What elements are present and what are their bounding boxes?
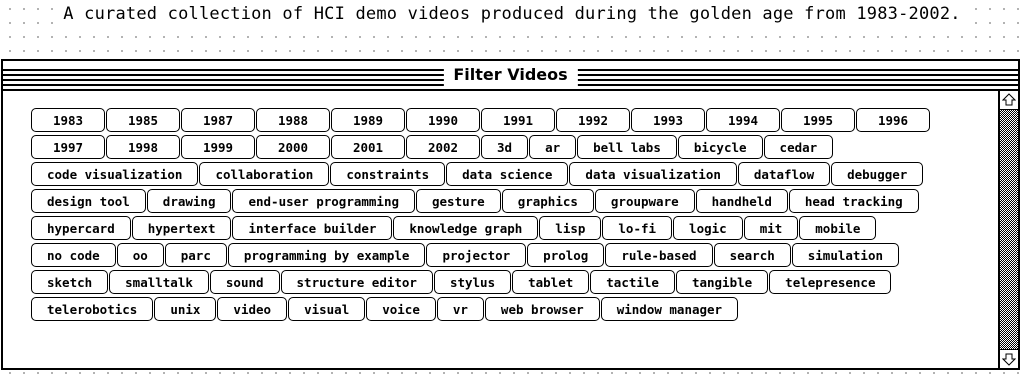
topic-filter-web-browser[interactable]: web browser: [484, 297, 600, 321]
topic-filter-structure-editor[interactable]: structure editor: [280, 270, 433, 294]
topic-filter-search[interactable]: search: [713, 243, 791, 267]
topic-filter-visual[interactable]: visual: [288, 297, 366, 321]
topic-filter-telepresence[interactable]: telepresence: [769, 270, 892, 294]
topic-filter-programming-by-example[interactable]: programming by example: [227, 243, 426, 267]
year-filter-1988[interactable]: 1988: [256, 108, 330, 132]
topic-filter-parc[interactable]: parc: [164, 243, 227, 267]
year-filter-1990[interactable]: 1990: [406, 108, 480, 132]
topic-filter-handheld[interactable]: handheld: [695, 189, 788, 213]
topic-filter-bicycle[interactable]: bicycle: [677, 135, 763, 159]
scroll-up-button[interactable]: [1000, 91, 1018, 110]
topic-filter-video[interactable]: video: [217, 297, 288, 321]
filter-content: 1983 1985 1987 1988 1989 1990 1991 1992 1993 1994…: [3, 91, 998, 368]
year-filter-1998[interactable]: 1998: [106, 135, 180, 159]
topic-filter-sound[interactable]: sound: [209, 270, 280, 294]
year-filter-1992[interactable]: 1992: [556, 108, 630, 132]
topic-filter-drawing[interactable]: drawing: [146, 189, 232, 213]
topic-filter-mit[interactable]: mit: [743, 216, 799, 240]
year-filter-1983[interactable]: 1983: [31, 108, 105, 132]
scroll-track[interactable]: [1000, 110, 1018, 349]
vertical-scrollbar[interactable]: [998, 91, 1018, 368]
topic-filter-knowledge-graph[interactable]: knowledge graph: [393, 216, 539, 240]
topic-filter-telerobotics[interactable]: telerobotics: [31, 297, 154, 321]
topic-filter-end-user-programming[interactable]: end-user programming: [232, 189, 415, 213]
topic-filter-head-tracking[interactable]: head tracking: [788, 189, 919, 213]
tagline: A curated collection of HCI demo videos …: [0, 4, 1024, 24]
topic-filter-ar[interactable]: ar: [529, 135, 577, 159]
topic-filter-logic[interactable]: logic: [673, 216, 743, 240]
topic-filter-graphics[interactable]: graphics: [501, 189, 594, 213]
topic-filter-smalltalk[interactable]: smalltalk: [109, 270, 209, 294]
down-arrow-icon: [1002, 353, 1016, 366]
topic-filter-dataflow[interactable]: dataflow: [737, 162, 831, 186]
year-filter-2000[interactable]: 2000: [256, 135, 330, 159]
topic-filter-voice[interactable]: voice: [366, 297, 436, 321]
topic-filter-projector[interactable]: projector: [426, 243, 527, 267]
year-filter-1999[interactable]: 1999: [181, 135, 255, 159]
topic-filter-tactile[interactable]: tactile: [590, 270, 675, 294]
title-bar[interactable]: Filter Videos: [3, 61, 1018, 91]
year-filter-2001[interactable]: 2001: [331, 135, 405, 159]
topic-filter-tablet[interactable]: tablet: [512, 270, 590, 294]
topic-filter-gesture[interactable]: gesture: [416, 189, 501, 213]
year-filter-1987[interactable]: 1987: [181, 108, 255, 132]
topic-filter-constraints[interactable]: constraints: [330, 162, 446, 186]
topic-filter-simulation[interactable]: simulation: [791, 243, 900, 267]
year-filter-1985[interactable]: 1985: [106, 108, 180, 132]
topic-filter-collaboration[interactable]: collaboration: [199, 162, 330, 186]
topic-filter-lisp[interactable]: lisp: [539, 216, 602, 240]
topic-filter-hypertext[interactable]: hypertext: [131, 216, 232, 240]
year-filter-1993[interactable]: 1993: [631, 108, 705, 132]
topic-filter-cedar[interactable]: cedar: [763, 135, 834, 159]
topic-filter-design-tool[interactable]: design tool: [31, 189, 146, 213]
window-title: Filter Videos: [443, 64, 578, 86]
year-filter-2002[interactable]: 2002: [406, 135, 480, 159]
year-filter-1991[interactable]: 1991: [481, 108, 555, 132]
topic-filter-groupware[interactable]: groupware: [594, 189, 695, 213]
tag-list: 1983 1985 1987 1988 1989 1990 1991 1992 1993 1994…: [31, 108, 961, 321]
topic-filter-debugger[interactable]: debugger: [831, 162, 924, 186]
topic-filter-no-code[interactable]: no code: [31, 243, 116, 267]
tagline-text: A curated collection of HCI demo videos …: [59, 4, 965, 24]
topic-filter-sketch[interactable]: sketch: [31, 270, 109, 294]
topic-filter-mobile[interactable]: mobile: [799, 216, 877, 240]
scroll-down-button[interactable]: [1000, 349, 1018, 368]
topic-filter-vr[interactable]: vr: [436, 297, 484, 321]
topic-filter-rule-based[interactable]: rule-based: [605, 243, 713, 267]
topic-filter-hypercard[interactable]: hypercard: [31, 216, 131, 240]
topic-filter-lo-fi[interactable]: lo-fi: [602, 216, 673, 240]
topic-filter-data-science[interactable]: data science: [446, 162, 569, 186]
topic-filter-data-visualization[interactable]: data visualization: [569, 162, 737, 186]
year-filter-1996[interactable]: 1996: [856, 108, 930, 132]
topic-filter-prolog[interactable]: prolog: [527, 243, 605, 267]
year-filter-1994[interactable]: 1994: [706, 108, 780, 132]
year-filter-1997[interactable]: 1997: [31, 135, 105, 159]
year-filter-1995[interactable]: 1995: [781, 108, 855, 132]
topic-filter-interface-builder[interactable]: interface builder: [232, 216, 393, 240]
topic-filter-unix[interactable]: unix: [154, 297, 217, 321]
topic-filter-stylus[interactable]: stylus: [433, 270, 512, 294]
filter-videos-window: Filter Videos 1983 1985 1987 1988 1989 1990 19…: [1, 59, 1020, 370]
topic-filter-3d[interactable]: 3d: [481, 135, 529, 159]
year-filter-1989[interactable]: 1989: [331, 108, 405, 132]
topic-filter-window-manager[interactable]: window manager: [600, 297, 739, 321]
topic-filter-bell-labs[interactable]: bell labs: [577, 135, 677, 159]
topic-filter-tangible[interactable]: tangible: [675, 270, 769, 294]
topic-filter-code-visualization[interactable]: code visualization: [31, 162, 199, 186]
topic-filter-oo[interactable]: oo: [116, 243, 164, 267]
up-arrow-icon: [1002, 93, 1016, 106]
